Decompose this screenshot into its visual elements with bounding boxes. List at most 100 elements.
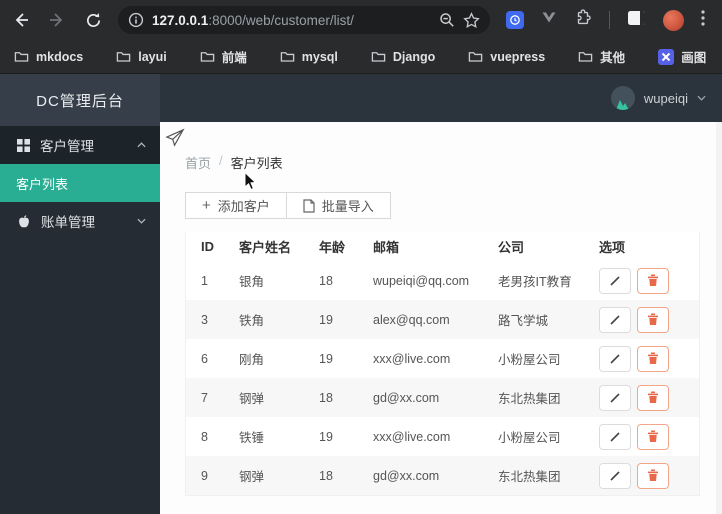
site-info-icon[interactable] [128,12,144,28]
username: wupeiqi [643,90,688,106]
breadcrumb-current: 客户列表 [230,156,283,171]
cell-email: wupeiqi@qq.com [373,273,470,288]
chevron-down-icon [137,218,146,224]
edit-button[interactable] [599,306,631,333]
delete-button[interactable] [637,423,669,450]
app-title: DC管理后台 [0,74,160,126]
bookmark-folder-other[interactable]: 其他 [578,47,625,66]
browser-menu-kebab-icon[interactable] [701,9,705,31]
cell-age: 19 [319,429,333,444]
sidebar-subitem-label: 客户列表 [16,176,69,192]
table-actions: + 添加客户 批量导入 [185,192,391,219]
main-content: 首页 / 客户列表 + 添加客户 批量导入 ID 客户姓名 年龄 邮箱 公司 选… [160,122,722,514]
cell-name: 钢弹 [239,470,265,484]
side-panel-icon[interactable] [627,10,646,31]
bookmark-drawing[interactable]: 画图 [658,47,706,66]
folder-icon [14,52,29,62]
back-icon[interactable] [6,5,36,35]
page-scrollbar[interactable] [716,122,722,514]
trash-icon [648,352,658,364]
cell-email: gd@xx.com [373,468,440,483]
sidebar-item-label: 账单管理 [41,215,95,230]
plus-icon: + [202,197,211,214]
cell-age: 18 [319,273,333,288]
bookmark-folder-vuepress[interactable]: vuepress [468,50,545,64]
cell-id: 7 [201,390,208,405]
cell-name: 铁角 [239,314,265,328]
drawing-app-icon [658,48,675,65]
blue-extension-icon[interactable] [506,11,524,29]
cell-email: gd@xx.com [373,390,440,405]
browser-profile-avatar[interactable] [663,9,684,31]
table-row: 8 铁锤 19 xxx@live.com 小粉屋公司 [186,417,699,456]
document-icon [303,198,315,213]
bookmark-star-icon[interactable] [463,11,480,29]
bookmark-folder-mysql[interactable]: mysql [280,50,338,64]
delete-button[interactable] [637,345,669,372]
sidebar-item-customer-list[interactable]: 客户列表 [0,164,160,202]
col-age: 年龄 [319,240,346,255]
pencil-icon [610,275,620,286]
folder-icon [469,52,483,62]
pencil-icon [610,392,620,403]
cell-id: 3 [201,312,208,327]
delete-button[interactable] [637,267,669,294]
url-text: 127.0.0.1:8000/web/customer/list/ [152,12,354,28]
folder-icon [280,52,295,62]
delete-button[interactable] [637,306,669,333]
cell-name: 铁锤 [239,431,265,445]
breadcrumb: 首页 / 客户列表 [185,153,283,172]
cell-age: 18 [319,390,333,405]
refresh-icon[interactable] [78,5,108,35]
table-header: ID 客户姓名 年龄 邮箱 公司 选项 [186,232,699,261]
bookmark-folder-mkdocs[interactable]: mkdocs [14,50,83,64]
sidebar-item-customer-management[interactable]: 客户管理 [0,126,160,164]
cell-age: 19 [319,351,333,366]
edit-button[interactable] [599,423,631,450]
mouse-cursor [244,171,258,197]
bookmark-folder-layui[interactable]: layui [116,50,167,64]
chevron-up-icon [137,142,146,148]
edit-button[interactable] [599,462,631,489]
folder-icon [371,52,386,62]
sidebar-item-billing-management[interactable]: 账单管理 [0,202,160,240]
folder-icon [578,52,593,62]
delete-button[interactable] [637,462,669,489]
cell-company: 东北热集团 [498,470,561,484]
cell-company: 东北热集团 [498,392,561,406]
apple-icon [19,214,29,227]
col-options: 选项 [599,240,626,255]
batch-import-button[interactable]: 批量导入 [286,192,391,219]
zoom-icon[interactable] [439,12,455,28]
bookmark-folder-frontend[interactable]: 前端 [200,47,247,66]
pencil-icon [610,470,620,481]
extensions-puzzle-icon[interactable] [574,8,592,32]
paper-plane-icon [164,128,186,153]
app-window: DC管理后台 客户管理 客户列表 账单管理 wupeiqi 首页 / 客户列表 … [0,74,722,514]
edit-button[interactable] [599,345,631,372]
cell-company: 路飞学城 [498,314,549,328]
add-customer-button[interactable]: + 添加客户 [185,192,287,219]
bookmark-folder-django[interactable]: Django [371,50,435,64]
breadcrumb-home[interactable]: 首页 [185,153,211,172]
cell-name: 银角 [239,275,265,289]
cell-name: 刚角 [239,353,265,367]
table-row: 3 铁角 19 alex@qq.com 路飞学城 [186,300,699,339]
edit-button[interactable] [599,384,631,411]
toolbar-separator [609,11,610,29]
pencil-icon [610,431,620,442]
windows-icon [17,138,30,152]
cell-id: 9 [201,468,208,483]
folder-icon [117,52,131,62]
cell-id: 6 [201,351,208,366]
table-row: 1 银角 18 wupeiqi@qq.com 老男孩IT教育 [186,261,699,300]
cell-id: 1 [201,273,208,288]
user-menu-chevron-icon[interactable] [697,95,706,101]
address-bar[interactable]: 127.0.0.1:8000/web/customer/list/ [118,6,490,34]
delete-button[interactable] [637,384,669,411]
forward-icon[interactable] [42,5,72,35]
v-extension-icon[interactable] [541,11,557,29]
trash-icon [648,274,658,286]
edit-button[interactable] [599,267,631,294]
trash-icon [648,313,658,325]
